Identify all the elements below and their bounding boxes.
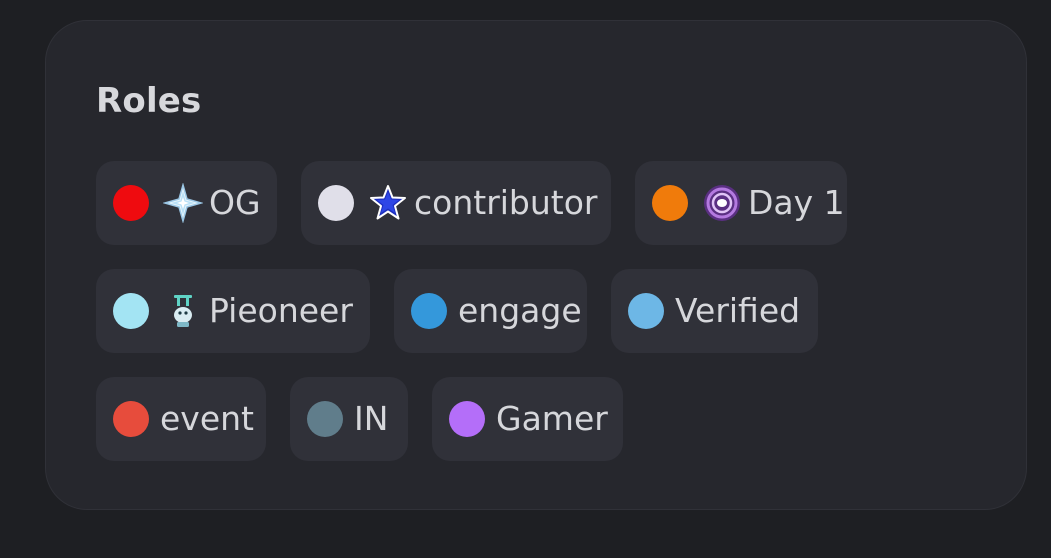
roles-card: Roles OG contributor Day 1 Pieoneer enga… (45, 20, 1027, 510)
role-pill-gamer[interactable]: Gamer (432, 377, 623, 461)
role-label: event (160, 399, 254, 438)
role-color-dot (307, 401, 343, 437)
role-color-dot (113, 293, 149, 329)
role-label: engage (458, 291, 582, 330)
role-color-dot (318, 185, 354, 221)
roles-title: Roles (96, 81, 202, 121)
role-pill-contributor[interactable]: contributor (301, 161, 611, 245)
role-pill-day-1[interactable]: Day 1 (635, 161, 847, 245)
role-pill-pieoneer[interactable]: Pieoneer (96, 269, 370, 353)
role-pill-engage[interactable]: engage (394, 269, 587, 353)
role-pill-verified[interactable]: Verified (611, 269, 818, 353)
role-pill-in[interactable]: IN (290, 377, 408, 461)
role-pill-event[interactable]: event (96, 377, 266, 461)
pie-trophy-icon (174, 295, 192, 327)
blue-star-icon (370, 185, 406, 220)
role-label: Gamer (496, 399, 608, 438)
role-label: Verified (675, 291, 801, 330)
role-label: IN (354, 399, 389, 438)
sparkle-star-icon (163, 183, 203, 223)
role-color-dot (628, 293, 664, 329)
role-color-dot (113, 401, 149, 437)
role-color-dot (652, 185, 688, 221)
role-color-dot (449, 401, 485, 437)
galaxy-icon (704, 185, 740, 221)
role-color-dot (113, 185, 149, 221)
role-label: OG (209, 183, 261, 222)
role-color-dot (411, 293, 447, 329)
role-label: contributor (414, 183, 598, 222)
role-label: Day 1 (748, 183, 845, 222)
role-label: Pieoneer (209, 291, 353, 330)
role-pill-og[interactable]: OG (96, 161, 277, 245)
